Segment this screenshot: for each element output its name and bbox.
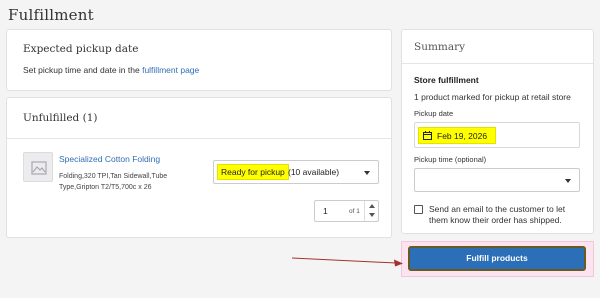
pickup-instructions: Set pickup time and date in the fulfillm… bbox=[23, 65, 199, 75]
expected-pickup-card: Expected pickup date Set pickup time and… bbox=[6, 29, 392, 91]
pickup-date-highlight: Feb 19, 2026 bbox=[418, 127, 496, 144]
status-selected-value: Ready for pickup bbox=[217, 164, 289, 180]
product-thumbnail bbox=[23, 152, 53, 182]
page-title: Fulfillment bbox=[8, 6, 94, 24]
send-email-checkbox[interactable] bbox=[414, 205, 423, 214]
chevron-down-icon[interactable] bbox=[369, 213, 375, 217]
fulfill-products-button[interactable]: Fulfill products bbox=[408, 246, 586, 271]
fulfillment-status-select[interactable]: Ready for pickup (10 available) bbox=[213, 160, 379, 184]
product-description: Folding,320 TPI,Tan Sidewall,Tube Type,G… bbox=[59, 173, 168, 191]
quantity-of-total: of 1 bbox=[349, 208, 360, 215]
divider bbox=[402, 63, 593, 64]
summary-description: 1 product marked for pickup at retail st… bbox=[414, 92, 571, 102]
pickup-instructions-text: Set pickup time and date in the bbox=[23, 65, 143, 75]
expected-pickup-title: Expected pickup date bbox=[23, 43, 139, 55]
chevron-up-icon[interactable] bbox=[369, 204, 375, 208]
store-fulfillment-heading: Store fulfillment bbox=[414, 75, 479, 85]
fulfillment-page-link[interactable]: fulfillment page bbox=[142, 65, 199, 75]
quantity-stepper[interactable]: 1 of 1 bbox=[314, 200, 379, 222]
unfulfilled-title: Unfulfilled (1) bbox=[23, 112, 98, 124]
fulfill-button-container: Fulfill products bbox=[401, 241, 594, 277]
pickup-date-label: Pickup date bbox=[414, 109, 454, 118]
pickup-date-value: Feb 19, 2026 bbox=[437, 131, 488, 141]
pickup-time-label: Pickup time (optional) bbox=[414, 155, 487, 164]
divider bbox=[7, 138, 391, 139]
chevron-down-icon bbox=[565, 179, 571, 183]
pickup-date-field[interactable]: Feb 19, 2026 bbox=[414, 122, 580, 148]
summary-title: Summary bbox=[414, 41, 466, 53]
status-available-count: (10 available) bbox=[288, 167, 340, 177]
image-placeholder-icon bbox=[31, 161, 47, 175]
quantity-step-buttons[interactable] bbox=[364, 201, 378, 221]
send-email-label: Send an email to the customer to let the… bbox=[429, 204, 566, 225]
product-name-link[interactable]: Specialized Cotton Folding bbox=[59, 154, 160, 164]
pickup-time-select[interactable] bbox=[414, 168, 580, 192]
chevron-down-icon bbox=[364, 171, 370, 175]
unfulfilled-card: Unfulfilled (1) Specialized Cotton Foldi… bbox=[6, 97, 392, 238]
summary-card: Summary Store fulfillment 1 product mark… bbox=[401, 29, 594, 234]
calendar-icon bbox=[423, 131, 432, 140]
annotation-arrow bbox=[292, 257, 403, 267]
quantity-value[interactable]: 1 bbox=[323, 206, 328, 216]
